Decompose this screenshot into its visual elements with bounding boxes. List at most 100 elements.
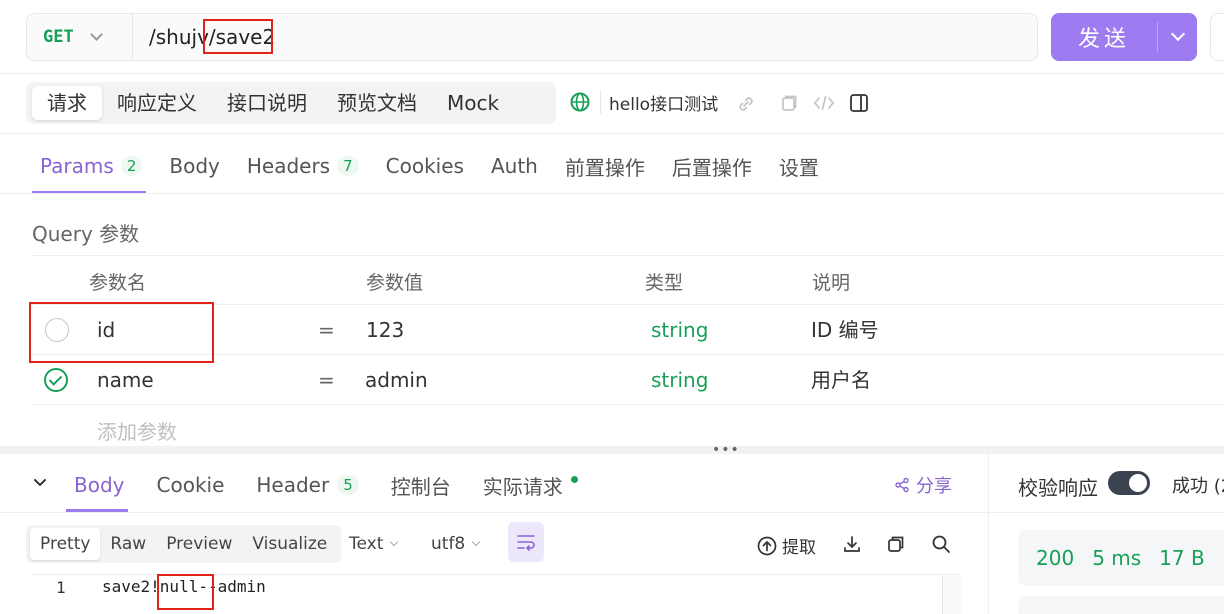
tab-response-header[interactable]: Header 5 <box>256 473 359 497</box>
query-section-title: Query 参数 <box>32 222 140 246</box>
request-view-tabs: 请求 响应定义 接口说明 预览文档 Mock <box>26 82 556 124</box>
code-icon[interactable] <box>813 93 835 113</box>
tab-label: Body <box>74 473 125 497</box>
tab-actual-request[interactable]: 实际请求 <box>483 471 578 500</box>
status-dot <box>570 475 578 483</box>
url-bar[interactable]: GET /shujv/save2 <box>26 13 1038 61</box>
tab-label: 后置操作 <box>671 155 752 180</box>
encoding-value: utf8 <box>431 534 466 554</box>
tab-visualize[interactable]: Visualize <box>242 528 337 560</box>
send-dropdown[interactable] <box>1158 26 1197 42</box>
toggle-knob <box>1129 474 1147 492</box>
word-wrap-button[interactable] <box>508 522 544 562</box>
param-type-select[interactable]: string <box>651 355 708 405</box>
param-name-input[interactable]: name <box>97 355 154 405</box>
encoding-select[interactable]: utf8 <box>431 534 481 554</box>
chevron-down-icon <box>390 537 399 547</box>
tab-post-processors[interactable]: 后置操作 <box>672 152 752 180</box>
status-code: 200 <box>1036 546 1075 570</box>
panel-divider <box>988 454 989 614</box>
response-time: 5 ms <box>1092 546 1142 570</box>
column-header-type: 类型 <box>645 272 684 294</box>
tab-pre-processors[interactable]: 前置操作 <box>565 152 645 180</box>
tab-label: 控制台 <box>390 474 451 499</box>
tab-pretty[interactable]: Pretty <box>30 528 101 560</box>
method-select[interactable]: GET <box>27 14 133 60</box>
response-info-card <box>1018 596 1224 614</box>
tab-label: 前置操作 <box>564 155 645 180</box>
editor-scrollbar[interactable] <box>942 576 962 614</box>
response-size: 17 B <box>1159 546 1205 570</box>
tab-api-description[interactable]: 接口说明 <box>212 86 322 120</box>
send-button[interactable]: 发送 <box>1051 13 1197 61</box>
verify-response-label: 校验响应 <box>1018 476 1098 500</box>
param-equals: = <box>318 318 335 342</box>
share-button[interactable]: 分享 <box>894 472 952 498</box>
copy-icon[interactable] <box>886 534 906 554</box>
tab-body[interactable]: Body <box>169 152 220 180</box>
tab-mock[interactable]: Mock <box>432 86 514 120</box>
extract-button[interactable]: 提取 <box>757 533 816 558</box>
resize-divider[interactable] <box>0 446 1224 454</box>
tab-response-body[interactable]: Body <box>74 473 125 497</box>
share-icon <box>895 477 909 493</box>
download-icon[interactable] <box>842 534 862 554</box>
tab-headers[interactable]: Headers 7 <box>247 152 359 180</box>
success-status[interactable]: 成功 (2 <box>1172 472 1224 498</box>
verify-response-toggle[interactable] <box>1108 471 1150 495</box>
tab-settings[interactable]: 设置 <box>779 152 819 180</box>
copy-icon[interactable] <box>778 93 798 113</box>
tab-preview-doc[interactable]: 预览文档 <box>322 86 432 120</box>
divider <box>0 73 1224 74</box>
chevron-down-icon <box>472 537 481 547</box>
tab-request[interactable]: 请求 <box>32 86 102 120</box>
share-label: 分享 <box>916 476 952 497</box>
tab-label: Header <box>256 473 330 497</box>
check-icon <box>48 372 63 386</box>
wrap-icon <box>517 535 535 551</box>
format-tabs: Pretty Raw Preview Visualize <box>26 525 342 563</box>
collapse-icon[interactable] <box>32 475 48 491</box>
param-value-input[interactable]: admin <box>365 355 428 405</box>
divider <box>600 90 601 114</box>
extract-label: 提取 <box>782 538 816 558</box>
divider <box>988 512 1224 513</box>
tab-preview[interactable]: Preview <box>156 528 242 560</box>
count-badge: 5 <box>337 475 359 495</box>
env-name: hello接口测试 <box>609 95 719 115</box>
divider <box>0 512 988 513</box>
link-icon[interactable] <box>736 94 756 114</box>
tab-params[interactable]: Params 2 <box>40 152 143 180</box>
param-value-input[interactable]: 123 <box>366 305 404 355</box>
code-line[interactable]: save2!null--admin <box>102 577 266 596</box>
chevron-down-icon <box>1170 26 1185 42</box>
param-description-input[interactable]: 用户名 <box>811 355 871 405</box>
add-param-input[interactable]: 添加参数 <box>97 416 177 445</box>
content-type-select[interactable]: Text <box>349 534 399 554</box>
tab-label: Cookie <box>156 473 225 497</box>
extract-icon <box>757 536 777 555</box>
tab-console[interactable]: 控制台 <box>391 471 451 500</box>
param-type-select[interactable]: string <box>651 305 708 355</box>
tab-response-cookie[interactable]: Cookie <box>157 473 225 497</box>
count-badge: 7 <box>337 156 359 176</box>
search-icon[interactable] <box>931 534 951 554</box>
drag-handle-icon[interactable]: ••• <box>712 443 740 457</box>
save-button[interactable] <box>1210 13 1224 61</box>
tab-response-definition[interactable]: 响应定义 <box>102 86 212 120</box>
tab-auth[interactable]: Auth <box>491 152 538 180</box>
count-badge: 2 <box>120 156 143 176</box>
tab-label: 设置 <box>778 155 819 180</box>
param-enable-checkbox[interactable] <box>45 318 69 342</box>
method-label: GET <box>43 27 74 47</box>
column-header-name: 参数名 <box>89 272 147 294</box>
tab-raw[interactable]: Raw <box>100 528 156 560</box>
param-enable-checkbox[interactable] <box>44 368 68 392</box>
tab-label: Headers <box>246 154 331 178</box>
tab-cookies[interactable]: Cookies <box>386 152 464 180</box>
param-description-input[interactable]: ID 编号 <box>811 305 879 355</box>
tab-label: Body <box>169 154 220 178</box>
param-name-input[interactable]: id <box>97 305 115 355</box>
url-input[interactable]: /shujv/save2 <box>149 14 275 60</box>
panel-icon[interactable] <box>849 93 869 113</box>
